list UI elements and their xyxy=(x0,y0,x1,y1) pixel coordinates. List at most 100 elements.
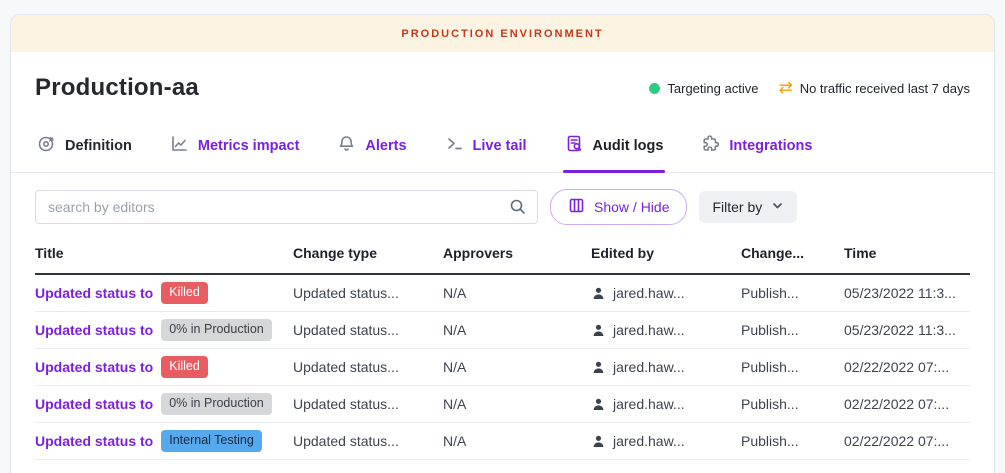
person-icon xyxy=(591,397,606,412)
audit-log-icon xyxy=(565,134,584,157)
tab-label: Live tail xyxy=(473,138,527,154)
tab-alerts[interactable]: Alerts xyxy=(335,122,408,172)
targeting-status: Targeting active xyxy=(649,81,758,96)
person-icon xyxy=(591,360,606,375)
approvers-cell: N/A xyxy=(443,359,591,375)
title-cell: Updated status to Killed xyxy=(35,356,293,377)
tab-label: Integrations xyxy=(729,138,812,154)
tab-bar: Definition Metrics impact Alerts xyxy=(11,122,994,173)
approvers-cell: N/A xyxy=(443,285,591,301)
search-input[interactable] xyxy=(35,190,538,224)
bell-icon xyxy=(337,134,356,157)
traffic-arrows-icon: ⇄ xyxy=(778,80,792,97)
approvers-cell: N/A xyxy=(443,433,591,449)
editor-name: jared.haw... xyxy=(613,285,685,301)
title-link[interactable]: Updated status to xyxy=(35,359,153,375)
column-header-change: Change... xyxy=(741,245,844,261)
page-title: Production-aa xyxy=(35,74,199,102)
change-type-cell: Updated status... xyxy=(293,359,443,375)
time-cell: 02/22/2022 07:... xyxy=(844,359,970,375)
terminal-icon xyxy=(445,134,464,157)
approvers-cell: N/A xyxy=(443,322,591,338)
status-indicators: Targeting active ⇄ No traffic received l… xyxy=(649,80,970,97)
tab-integrations[interactable]: Integrations xyxy=(699,122,814,172)
change-cell: Publish... xyxy=(741,322,844,338)
status-badge: Internal Testing xyxy=(161,430,262,451)
change-cell: Publish... xyxy=(741,433,844,449)
time-cell: 02/22/2022 07:... xyxy=(844,433,970,449)
edited-by-cell: jared.haw... xyxy=(591,396,741,412)
status-badge: 0% in Production xyxy=(161,393,272,414)
table-row[interactable]: Updated status to Internal Testing Updat… xyxy=(35,423,970,460)
tab-metrics-impact[interactable]: Metrics impact xyxy=(168,122,302,172)
audit-log-table: Title Change type Approvers Edited by Ch… xyxy=(35,237,970,460)
title-cell: Updated status to Internal Testing xyxy=(35,430,293,451)
definition-icon xyxy=(37,134,56,157)
tab-label: Alerts xyxy=(365,138,406,154)
title-link[interactable]: Updated status to xyxy=(35,433,153,449)
change-cell: Publish... xyxy=(741,285,844,301)
title-link[interactable]: Updated status to xyxy=(35,285,153,301)
title-cell: Updated status to 0% in Production xyxy=(35,319,293,340)
columns-icon xyxy=(568,197,585,217)
title-cell: Updated status to 0% in Production xyxy=(35,393,293,414)
tab-label: Definition xyxy=(65,138,132,154)
table-row[interactable]: Updated status to Killed Updated status.… xyxy=(35,349,970,386)
edited-by-cell: jared.haw... xyxy=(591,433,741,449)
time-cell: 05/23/2022 11:3... xyxy=(844,285,970,301)
editor-name: jared.haw... xyxy=(613,359,685,375)
status-badge: Killed xyxy=(161,282,208,303)
search-icon xyxy=(509,198,527,221)
traffic-status-label: No traffic received last 7 days xyxy=(800,81,970,96)
column-header-title: Title xyxy=(35,245,293,261)
tab-audit-logs[interactable]: Audit logs xyxy=(563,122,666,172)
status-badge: Killed xyxy=(161,356,208,377)
approvers-cell: N/A xyxy=(443,396,591,412)
title-link[interactable]: Updated status to xyxy=(35,396,153,412)
tab-label: Metrics impact xyxy=(198,138,300,154)
table-row[interactable]: Updated status to 0% in Production Updat… xyxy=(35,386,970,423)
change-type-cell: Updated status... xyxy=(293,285,443,301)
show-hide-button[interactable]: Show / Hide xyxy=(550,189,687,225)
person-icon xyxy=(591,286,606,301)
tab-live-tail[interactable]: Live tail xyxy=(443,122,529,172)
editor-name: jared.haw... xyxy=(613,322,685,338)
column-header-time: Time xyxy=(844,245,970,261)
puzzle-icon xyxy=(701,134,720,157)
column-header-change-type: Change type xyxy=(293,245,443,261)
traffic-status: ⇄ No traffic received last 7 days xyxy=(778,80,970,97)
edited-by-cell: jared.haw... xyxy=(591,322,741,338)
change-cell: Publish... xyxy=(741,359,844,375)
banner-text: PRODUCTION ENVIRONMENT xyxy=(401,28,603,40)
change-type-cell: Updated status... xyxy=(293,433,443,449)
metrics-icon xyxy=(170,134,189,157)
targeting-status-label: Targeting active xyxy=(667,81,758,96)
table-row[interactable]: Updated status to 0% in Production Updat… xyxy=(35,312,970,349)
column-header-approvers: Approvers xyxy=(443,245,591,261)
change-cell: Publish... xyxy=(741,396,844,412)
toolbar: Show / Hide Filter by xyxy=(35,189,970,225)
editor-name: jared.haw... xyxy=(613,433,685,449)
production-environment-banner: PRODUCTION ENVIRONMENT xyxy=(11,15,994,52)
filter-by-button[interactable]: Filter by xyxy=(699,191,797,223)
title-link[interactable]: Updated status to xyxy=(35,322,153,338)
person-icon xyxy=(591,434,606,449)
edited-by-cell: jared.haw... xyxy=(591,359,741,375)
chevron-down-icon xyxy=(771,199,784,215)
search-box xyxy=(35,190,538,224)
editor-name: jared.haw... xyxy=(613,396,685,412)
person-icon xyxy=(591,323,606,338)
tab-label: Audit logs xyxy=(593,138,664,154)
environment-card: PRODUCTION ENVIRONMENT Production-aa Tar… xyxy=(10,14,995,473)
time-cell: 02/22/2022 07:... xyxy=(844,396,970,412)
table-row[interactable]: Updated status to Killed Updated status.… xyxy=(35,275,970,312)
green-dot-icon xyxy=(649,83,660,94)
header: Production-aa Targeting active ⇄ No traf… xyxy=(11,52,994,102)
column-header-edited-by: Edited by xyxy=(591,245,741,261)
change-type-cell: Updated status... xyxy=(293,396,443,412)
edited-by-cell: jared.haw... xyxy=(591,285,741,301)
tab-definition[interactable]: Definition xyxy=(35,122,134,172)
change-type-cell: Updated status... xyxy=(293,322,443,338)
title-cell: Updated status to Killed xyxy=(35,282,293,303)
filter-by-label: Filter by xyxy=(712,199,762,215)
